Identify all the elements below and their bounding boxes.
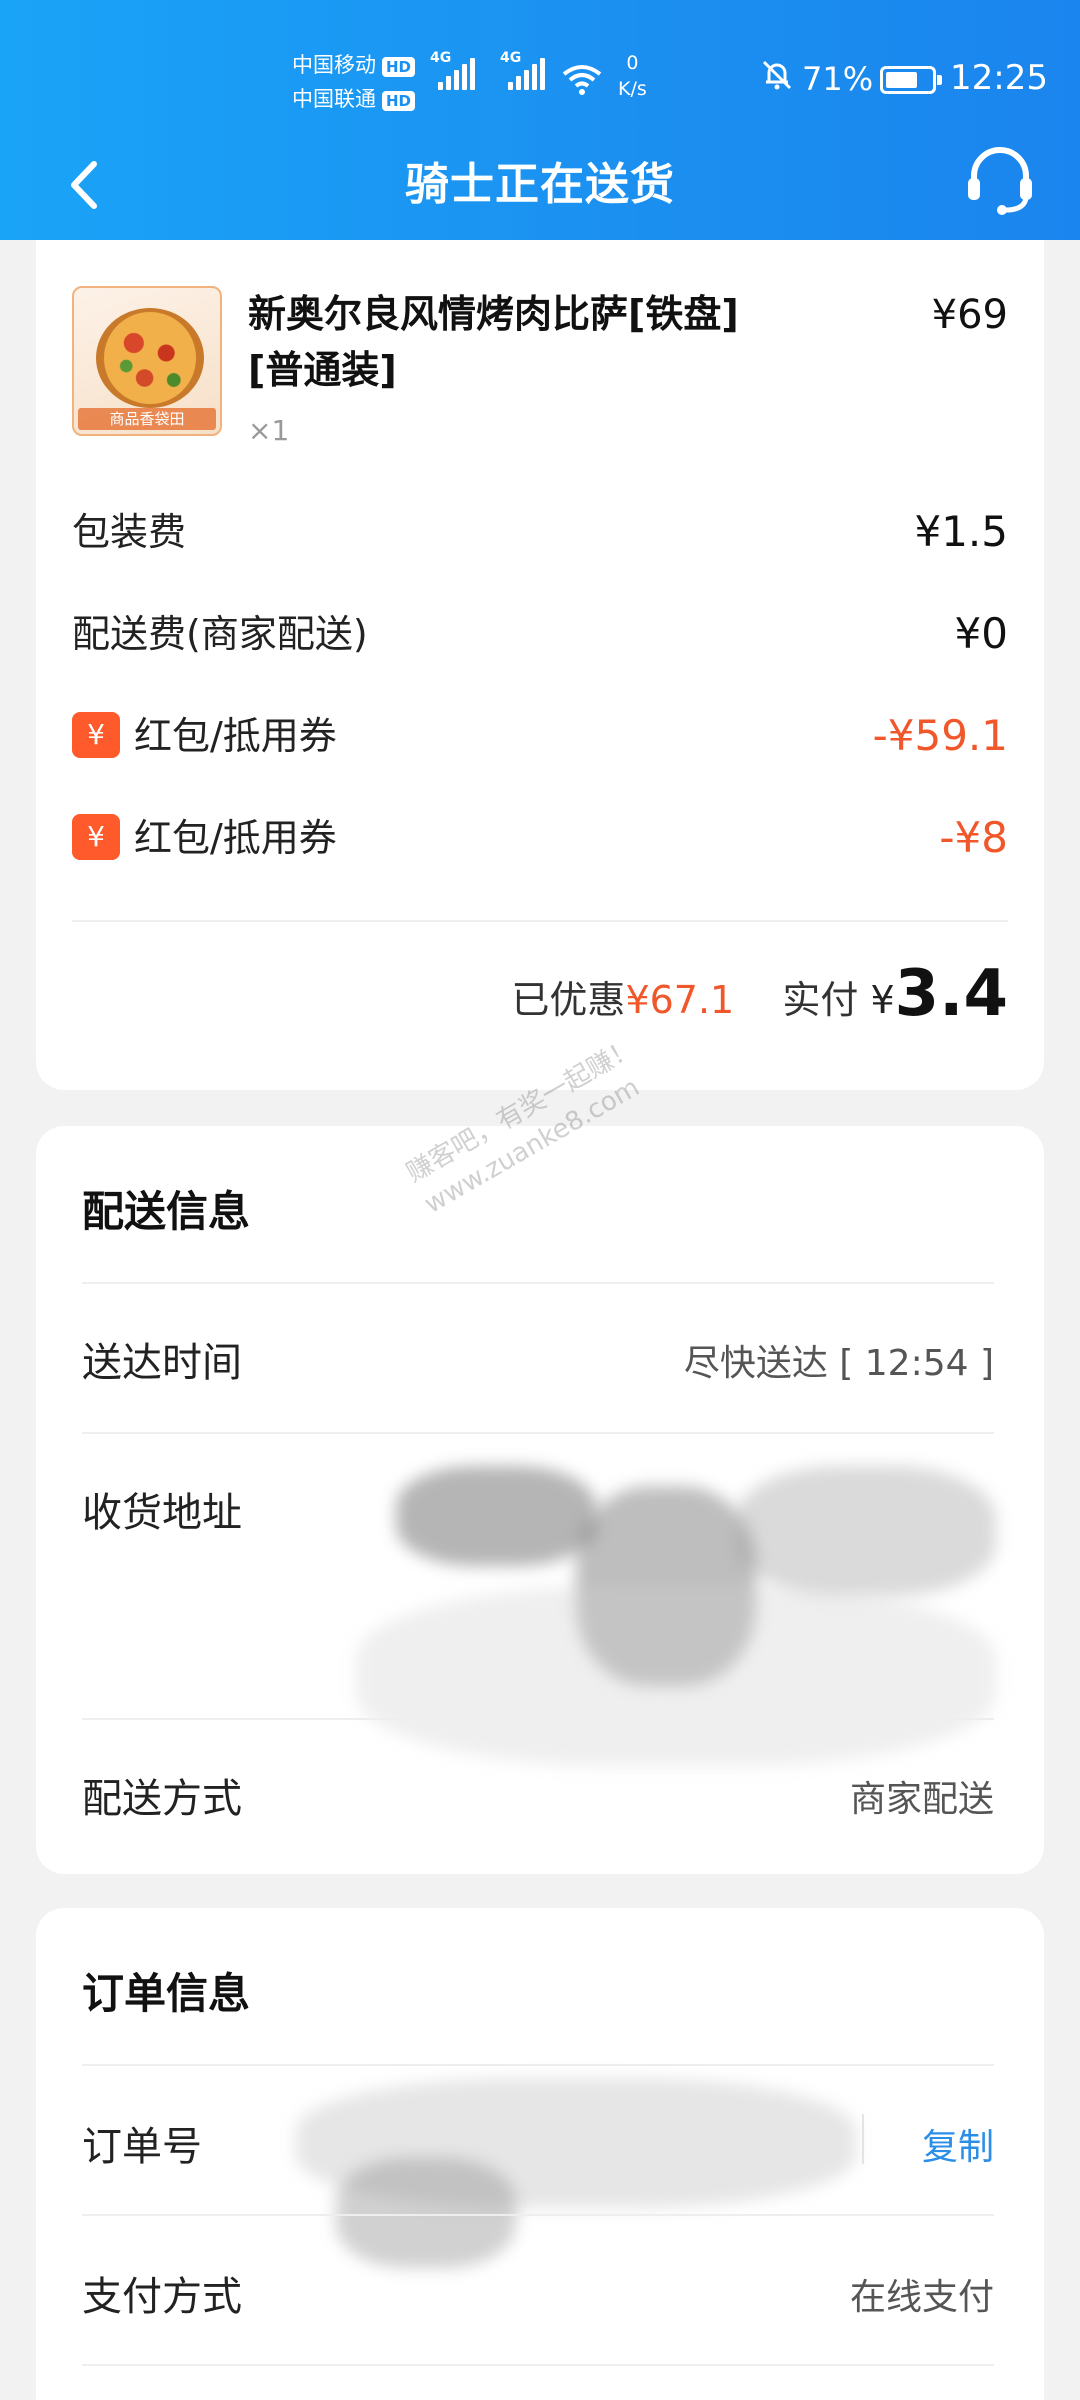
product-price: ¥69 xyxy=(931,292,1008,338)
coupon-row: ¥ 红包/抵用券 -¥8 xyxy=(72,808,1008,868)
fee-value: -¥8 xyxy=(939,813,1008,862)
payment-method-label: 支付方式 xyxy=(82,2274,242,2320)
redaction-smudge xyxy=(356,1586,996,1766)
battery-icon xyxy=(880,66,942,94)
carrier-1: 中国移动 xyxy=(292,53,376,77)
delivery-fee-row: 配送费(商家配送) ¥0 xyxy=(72,604,1008,664)
divider xyxy=(82,1282,994,1284)
net-speed: 0 K/s xyxy=(618,50,647,102)
discount-value: ¥67.1 xyxy=(625,978,735,1022)
headset-icon xyxy=(968,147,1032,215)
speed-value: 0 xyxy=(626,52,639,74)
order-info-card: 订单信息 订单号 复制 支付方式 在线支付 xyxy=(36,1908,1044,2400)
carrier-info: 中国移动 HD 中国联通 HD xyxy=(292,48,416,116)
coupon-row: ¥ 红包/抵用券 -¥59.1 xyxy=(72,706,1008,766)
copy-button[interactable]: 复制 xyxy=(922,2118,994,2170)
order-item[interactable]: 商品香袋田 新奥尔良风情烤肉比萨[铁盘][普通装] ×1 ¥69 xyxy=(72,286,1008,447)
product-image-badge: 商品香袋田 xyxy=(78,408,216,430)
page-title: 骑士正在送货 xyxy=(405,159,675,210)
redaction-smudge xyxy=(576,1486,756,1686)
order-info-title: 订单信息 xyxy=(82,1969,251,2018)
clock: 12:25 xyxy=(950,58,1048,98)
wifi-icon xyxy=(562,62,602,102)
customer-service-button[interactable] xyxy=(960,140,1040,220)
speed-unit: K/s xyxy=(618,78,647,100)
order-total: 已优惠¥67.1 实付 ¥3.4 xyxy=(511,952,1008,1032)
redaction-smudge xyxy=(296,2078,856,2208)
fee-value: ¥1.5 xyxy=(914,507,1008,556)
coupon-icon: ¥ xyxy=(72,813,120,860)
divider xyxy=(82,1432,994,1434)
network-type: 4G xyxy=(500,50,522,66)
divider xyxy=(82,2364,994,2366)
mute-bell-icon xyxy=(760,58,794,98)
battery-percent: 71% xyxy=(802,60,874,98)
redaction-smudge xyxy=(736,1466,996,1596)
order-summary-card: 商品香袋田 新奥尔良风情烤肉比萨[铁盘][普通装] ×1 ¥69 包装费 ¥1.… xyxy=(36,240,1044,1090)
order-number-label: 订单号 xyxy=(82,2124,202,2170)
redaction-smudge xyxy=(396,1466,596,1566)
divider xyxy=(82,2214,994,2216)
divider xyxy=(82,2064,994,2066)
signal-icon: 4G xyxy=(500,50,545,90)
pizza-image xyxy=(96,308,204,408)
address-label: 收货地址 xyxy=(82,1490,242,1536)
product-name: 新奥尔良风情烤肉比萨[铁盘][普通装] xyxy=(248,292,739,392)
fee-label: 红包/抵用券 xyxy=(134,714,337,758)
paid-amount: 3.4 xyxy=(894,957,1008,1031)
carrier-2: 中国联通 xyxy=(292,87,376,111)
coupon-icon: ¥ xyxy=(72,711,120,758)
delivery-info-title: 配送信息 xyxy=(82,1187,251,1236)
delivery-time-value: 尽快送达 [ 12:54 ] xyxy=(683,1343,994,1384)
product-quantity: ×1 xyxy=(248,414,290,447)
fee-value: -¥59.1 xyxy=(872,711,1008,760)
payment-method-value: 在线支付 xyxy=(849,2277,994,2318)
hd-badge: HD xyxy=(382,57,416,77)
signal-icon: 4G xyxy=(430,50,475,90)
delivery-info-card: 配送信息 送达时间 尽快送达 [ 12:54 ] 收货地址 配送方式 商家配送 xyxy=(36,1126,1044,1874)
fee-label: 包装费 xyxy=(72,510,187,554)
divider xyxy=(82,1718,994,1720)
delivery-time-label: 送达时间 xyxy=(82,1340,242,1386)
app-header: 中国移动 HD 中国联通 HD 4G 4G 0 K/s 71% 12:25 骑士正在… xyxy=(0,0,1080,240)
paid-currency: ¥ xyxy=(870,978,895,1022)
delivery-method-value: 商家配送 xyxy=(849,1779,994,1820)
network-type: 4G xyxy=(430,50,452,66)
paid-label: 实付 xyxy=(782,978,859,1022)
coupon-label-wrap: ¥ 红包/抵用券 xyxy=(72,808,337,868)
product-image: 商品香袋田 xyxy=(72,286,222,436)
redaction-smudge xyxy=(336,2158,516,2268)
fee-label: 红包/抵用券 xyxy=(134,816,337,860)
packaging-fee-row: 包装费 ¥1.5 xyxy=(72,502,1008,562)
hd-badge: HD xyxy=(382,91,416,111)
delivery-method-label: 配送方式 xyxy=(82,1776,242,1822)
fee-label: 配送费(商家配送) xyxy=(72,612,368,656)
status-bar: 中国移动 HD 中国联通 HD 4G 4G 0 K/s 71% 12:25 xyxy=(0,40,1080,120)
separator xyxy=(862,2114,864,2164)
discount-label: 已优惠 xyxy=(511,978,626,1022)
divider xyxy=(72,920,1008,922)
coupon-label-wrap: ¥ 红包/抵用券 xyxy=(72,706,337,766)
fee-value: ¥0 xyxy=(954,609,1008,658)
